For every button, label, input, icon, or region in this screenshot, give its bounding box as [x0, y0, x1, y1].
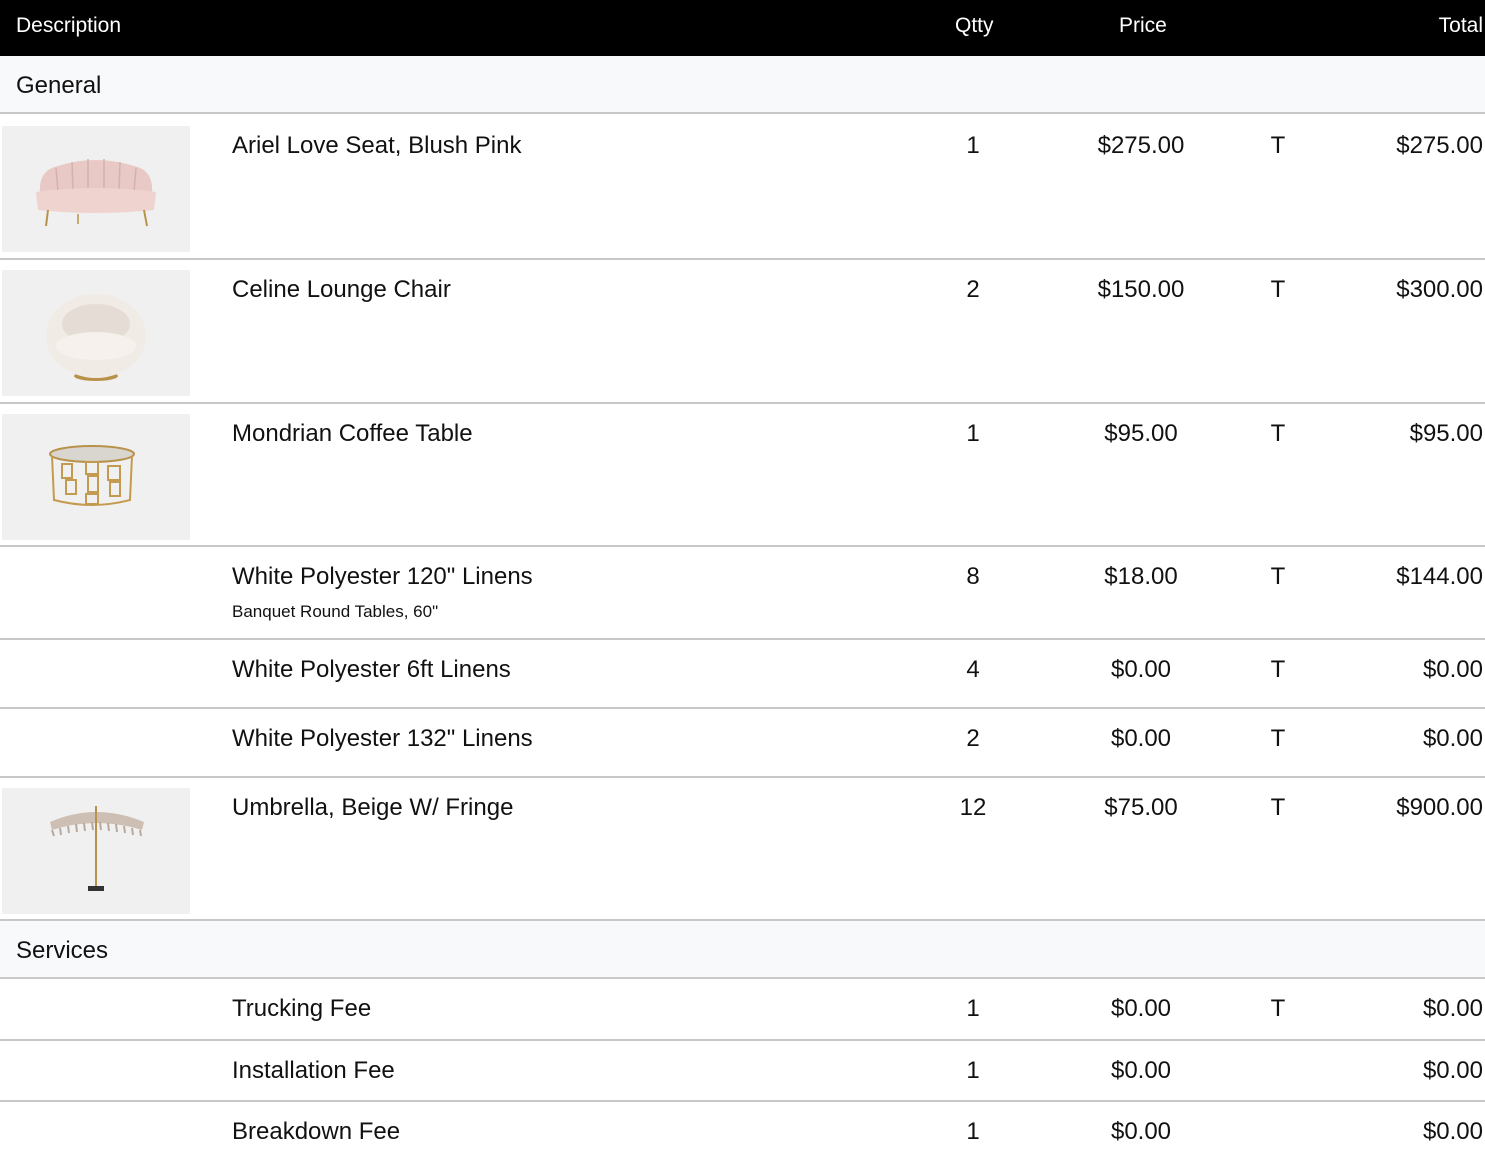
- item-tax-flag: T: [1270, 794, 1286, 821]
- item-qty: 1: [966, 995, 980, 1022]
- umbrella-image: [2, 788, 190, 914]
- item-price: $18.00: [1104, 563, 1178, 590]
- table-row: White Polyester 6ft Linens 4 $0.00 T $0.…: [0, 640, 1485, 709]
- item-price: $0.00: [1110, 1118, 1172, 1145]
- item-qty: 1: [966, 132, 980, 159]
- item-name: Trucking Fee: [232, 995, 372, 1022]
- table-header: Description Qtty Price Total: [0, 0, 1485, 56]
- item-name: White Polyester 132" Linens: [232, 725, 533, 752]
- item-name: Breakdown Fee: [232, 1118, 401, 1145]
- item-price: $0.00: [1110, 725, 1172, 752]
- table-row: White Polyester 120" Linens Banquet Roun…: [0, 547, 1485, 640]
- item-total: $275.00: [1396, 132, 1483, 159]
- item-total: $0.00: [1422, 1057, 1483, 1084]
- item-total: $0.00: [1422, 725, 1483, 752]
- item-name: Umbrella, Beige W/ Fringe: [232, 794, 514, 821]
- column-header-qty: Qtty: [955, 14, 994, 37]
- item-tax-flag: T: [1270, 420, 1286, 447]
- table-row: White Polyester 132" Linens 2 $0.00 T $0…: [0, 709, 1485, 778]
- item-tax-flag: T: [1270, 276, 1286, 303]
- item-name: Celine Lounge Chair: [232, 276, 451, 303]
- item-total: $0.00: [1422, 656, 1483, 683]
- column-header-total: Total: [1438, 14, 1483, 37]
- item-name: Ariel Love Seat, Blush Pink: [232, 132, 522, 159]
- item-total: $0.00: [1422, 995, 1483, 1022]
- section-title: General: [16, 72, 102, 99]
- item-qty: 4: [966, 656, 980, 683]
- section-general: General: [0, 56, 1485, 114]
- table-row: Breakdown Fee 1 $0.00 $0.00: [0, 1102, 1485, 1151]
- item-note: Banquet Round Tables, 60": [232, 602, 439, 621]
- column-header-description: Description: [16, 14, 122, 37]
- item-qty: 12: [959, 794, 987, 821]
- item-name: White Polyester 6ft Linens: [232, 656, 511, 683]
- item-qty: 2: [966, 276, 980, 303]
- item-tax-flag: T: [1270, 995, 1286, 1022]
- item-total: $0.00: [1422, 1118, 1483, 1145]
- item-name: Installation Fee: [232, 1057, 395, 1084]
- table-row: Ariel Love Seat, Blush Pink 1 $275.00 T …: [0, 116, 1485, 260]
- item-price: $95.00: [1104, 420, 1178, 447]
- table-row: Celine Lounge Chair 2 $150.00 T $300.00: [0, 260, 1485, 404]
- item-tax-flag: T: [1270, 563, 1286, 590]
- table-row: Mondrian Coffee Table 1 $95.00 T $95.00: [0, 404, 1485, 547]
- section-services: Services: [0, 921, 1485, 979]
- item-total: $144.00: [1396, 563, 1483, 590]
- item-total: $300.00: [1396, 276, 1483, 303]
- section-title: Services: [16, 937, 109, 964]
- column-header-price: Price: [1119, 14, 1167, 37]
- item-qty: 1: [966, 1118, 980, 1145]
- item-qty: 1: [966, 420, 980, 447]
- item-qty: 2: [966, 725, 980, 752]
- table-row: Umbrella, Beige W/ Fringe 12 $75.00 T $9…: [0, 778, 1485, 921]
- item-price: $75.00: [1104, 794, 1178, 821]
- item-qty: 8: [966, 563, 980, 590]
- item-total: $900.00: [1396, 794, 1483, 821]
- item-tax-flag: T: [1270, 656, 1286, 683]
- love-seat-image: [2, 126, 190, 252]
- item-tax-flag: T: [1270, 132, 1286, 159]
- lounge-chair-image: [2, 270, 190, 396]
- item-price: $150.00: [1097, 276, 1185, 303]
- table-row: Installation Fee 1 $0.00 $0.00: [0, 1041, 1485, 1102]
- item-price: $0.00: [1110, 1057, 1172, 1084]
- item-name: White Polyester 120" Linens: [232, 563, 533, 590]
- table-row: Trucking Fee 1 $0.00 T $0.00: [0, 979, 1485, 1041]
- item-qty: 1: [966, 1057, 980, 1084]
- item-name: Mondrian Coffee Table: [232, 420, 473, 447]
- coffee-table-image: [2, 414, 190, 540]
- item-price: $0.00: [1110, 656, 1172, 683]
- item-tax-flag: T: [1270, 725, 1286, 752]
- item-total: $95.00: [1409, 420, 1483, 447]
- item-price: $275.00: [1097, 132, 1185, 159]
- item-price: $0.00: [1110, 995, 1172, 1022]
